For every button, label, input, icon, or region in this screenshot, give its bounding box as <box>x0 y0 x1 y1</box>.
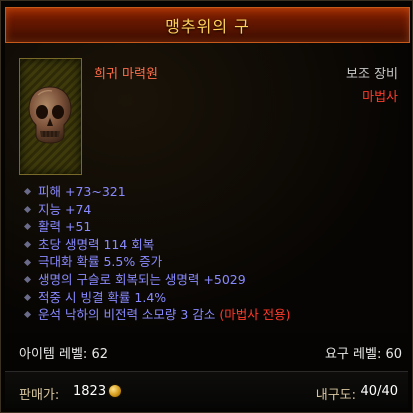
bullet-diamond-icon <box>23 258 32 266</box>
stat-list: 피해 +73~321 지능 +74 활력 +51 초당 생명력 114 회복 극… <box>21 183 406 324</box>
tooltip-header: 맹추위의 구 <box>5 7 410 43</box>
bullet-diamond-icon <box>23 188 32 196</box>
stat-line: 극대화 확률 5.5% 증가 <box>21 253 406 271</box>
item-icon-frame <box>19 58 82 175</box>
bullet-diamond-icon <box>23 311 32 319</box>
durability-label: 내구도: <box>315 388 356 403</box>
bullet-diamond-icon <box>23 241 32 249</box>
level-row: 아이템 레벨: 62 요구 레벨: 60 <box>5 339 408 362</box>
durability-value: 40/40 <box>360 384 398 399</box>
stat-line: 초당 생명력 114 회복 <box>21 236 406 254</box>
stat-line: 피해 +73~321 <box>21 183 406 201</box>
class-requirement: 마법사 <box>362 90 398 105</box>
stat-line: 활력 +51 <box>21 218 406 236</box>
stat-line: 적중 시 빙결 확률 1.4% <box>21 289 406 307</box>
price-value: 1823 <box>73 384 107 399</box>
stat-line: 생명의 구슬로 회복되는 생명력 +5029 <box>21 271 406 289</box>
bullet-diamond-icon <box>23 205 32 213</box>
item-rarity: 희귀 마력원 <box>94 67 158 82</box>
item-name: 맹추위의 구 <box>165 17 250 36</box>
skull-orb-icon <box>28 85 73 145</box>
class-only-note: (마법사 전용) <box>219 307 291 323</box>
bullet-diamond-icon <box>23 293 32 301</box>
tooltip-footer: 판매가: 1823 내구도: 40/40 <box>5 371 408 408</box>
stat-line: 운석 낙하의 비전력 소모량 3 감소 (마법사 전용) <box>21 306 406 324</box>
bullet-diamond-icon <box>23 223 32 231</box>
item-level: 아이템 레벨: 62 <box>19 347 108 362</box>
bullet-diamond-icon <box>23 276 32 284</box>
item-slot: 보조 장비 <box>346 67 398 82</box>
stat-line: 지능 +74 <box>21 201 406 219</box>
gold-coin-icon <box>109 385 121 397</box>
item-tooltip: 맹추위의 구 희귀 마력원 보조 장비 마법사 피해 +73~321 지능 +7… <box>0 0 413 413</box>
required-level: 요구 레벨: 60 <box>324 347 402 362</box>
price-label: 판매가: <box>19 388 60 403</box>
